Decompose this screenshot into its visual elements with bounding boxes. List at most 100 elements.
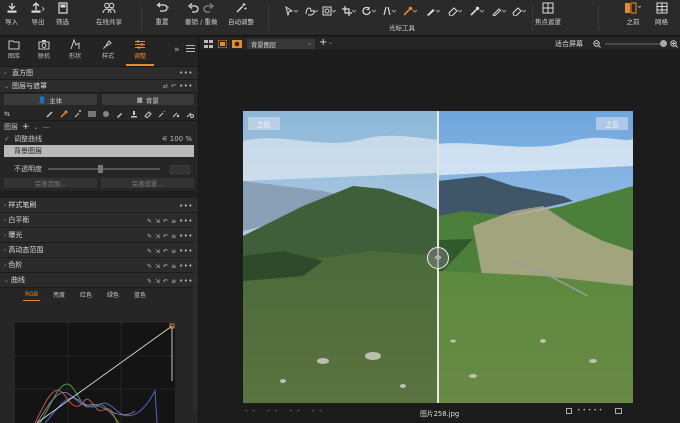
invert-mask-icon[interactable]	[186, 110, 194, 118]
more-options-icon[interactable]: •••	[179, 69, 193, 77]
reset-small-icon[interactable]: ↶	[163, 248, 168, 255]
rotate-tool[interactable]	[362, 6, 376, 16]
pen-tool-1[interactable]	[426, 6, 440, 16]
info-icon[interactable]	[615, 407, 623, 414]
more-options-icon[interactable]: •••	[179, 202, 193, 210]
tab-luma[interactable]: 亮度	[53, 290, 65, 299]
layer-settings-icon[interactable]: ⚟	[162, 135, 168, 143]
layers-masks-section[interactable]: ⌄ 图层与遮罩 ⇄ ↶ •••	[0, 80, 198, 93]
import-button[interactable]: 导入	[5, 2, 18, 26]
style-brush-section[interactable]: › 样式笔刷 •••	[0, 198, 198, 213]
more-options-icon[interactable]: •••	[179, 247, 193, 255]
copy-icon[interactable]: ⇲	[155, 263, 160, 270]
copy-icon[interactable]: ⇲	[155, 278, 160, 285]
opacity-slider[interactable]	[48, 165, 160, 173]
zoom-slider[interactable]	[605, 43, 665, 45]
copy-icon[interactable]: ⇲	[155, 233, 160, 240]
pan-tool[interactable]	[304, 6, 318, 16]
zoom-in-icon[interactable]	[670, 40, 678, 48]
radial-gradient-icon[interactable]	[102, 110, 110, 118]
magic-brush-icon[interactable]	[60, 110, 68, 118]
filter-button[interactable]: 筛选	[56, 2, 69, 26]
zoom-slider-knob[interactable]	[660, 40, 667, 47]
layer-item[interactable]: ✓ 调整曲线 ⚟ 100 %	[0, 133, 198, 145]
refine-mask-button[interactable]: 完善遮罩...	[101, 178, 194, 188]
reset-small-icon[interactable]: ↶	[163, 278, 168, 285]
reset-small-icon[interactable]: ↶	[163, 218, 168, 225]
export-button[interactable]: 导出	[30, 2, 46, 26]
list-icon[interactable]: ≡	[171, 248, 176, 255]
more-options-icon[interactable]: •••	[179, 82, 193, 90]
tool-levels[interactable]: › 色阶 ✎ ⇲ ↶ ≡ •••	[0, 258, 198, 273]
background-button[interactable]: ▦ 背景	[101, 94, 194, 105]
edit-icon[interactable]: ✎	[147, 278, 152, 285]
remove-layer-icon[interactable]: —	[43, 123, 50, 131]
compare-icon[interactable]	[232, 40, 242, 48]
focus-mask-button[interactable]: 焦点遮罩	[535, 2, 561, 26]
fit-screen-label[interactable]: 适合屏幕	[555, 39, 583, 49]
opacity-value-field[interactable]	[170, 164, 190, 174]
reset-small-icon[interactable]: ↶	[163, 233, 168, 240]
tool-hdr[interactable]: › 高动态范围 ✎ ⇲ ↶ ≡ •••	[0, 243, 198, 258]
edit-icon[interactable]: ✎	[147, 263, 152, 270]
add-layer-icon[interactable]: +	[319, 37, 327, 48]
split-handle[interactable]: ‹›	[427, 247, 449, 269]
crop-tool[interactable]	[342, 6, 356, 16]
linear-gradient-icon[interactable]	[88, 110, 96, 118]
list-icon[interactable]: ≡	[171, 218, 176, 225]
color-tag-icon[interactable]	[566, 407, 572, 414]
grid-button[interactable]: 网格	[655, 2, 668, 26]
auto-adjust-button[interactable]: 自动调整	[228, 2, 254, 26]
copy-icon[interactable]: ⇲	[155, 248, 160, 255]
tool-curve[interactable]: ⌄ 曲线 ✎ ⇲ ↶ ≡ •••	[0, 273, 198, 288]
grid-view-icon[interactable]	[204, 40, 213, 48]
more-options-icon[interactable]: •••	[179, 262, 193, 270]
add-layer-icon[interactable]: +	[22, 122, 30, 132]
more-options-icon[interactable]: •••	[179, 277, 193, 285]
left-panel-scrollbar[interactable]	[193, 220, 197, 410]
fill-icon[interactable]	[130, 110, 138, 118]
reset-small-icon[interactable]: ↶	[163, 263, 168, 270]
select-tool[interactable]	[284, 6, 298, 16]
viewer-mode-icon[interactable]	[218, 40, 227, 48]
eyedropper-icon[interactable]	[116, 110, 124, 118]
list-icon[interactable]: ≡	[171, 278, 176, 285]
more-tabs-icon[interactable]: »	[174, 45, 180, 55]
pen-tool-3[interactable]	[492, 6, 506, 16]
list-icon[interactable]: ≡	[171, 263, 176, 270]
tool-exposure[interactable]: › 曝光 ✎ ⇲ ↶ ≡ •••	[0, 228, 198, 243]
menu-icon[interactable]	[186, 44, 195, 55]
tab-library[interactable]: 图库	[0, 39, 28, 60]
refine-edges-button[interactable]: 完善范围...	[4, 178, 97, 188]
layer-select[interactable]: 背景图层 ⌄	[247, 39, 315, 49]
swap-icon[interactable]: ⇆	[4, 110, 10, 118]
reset-small-icon[interactable]: ↶	[171, 83, 176, 90]
tab-green[interactable]: 绿色	[107, 290, 119, 299]
edit-icon[interactable]: ✎	[147, 248, 152, 255]
curve-editor[interactable]	[15, 323, 175, 423]
main-subject-button[interactable]: 👤 主体	[4, 94, 97, 105]
chevron-down-icon[interactable]: ⌄	[328, 39, 333, 46]
before-button[interactable]: 之前	[624, 2, 642, 26]
more-options-icon[interactable]: •••	[179, 217, 193, 225]
list-icon[interactable]: ≡	[171, 233, 176, 240]
tab-rgb[interactable]: RGB	[23, 291, 40, 301]
wand-icon[interactable]	[74, 109, 82, 118]
tab-style[interactable]: 样式	[94, 39, 122, 60]
edit-icon[interactable]: ✎	[147, 218, 152, 225]
edit-icon[interactable]: ✎	[147, 233, 152, 240]
refine-mask-icon[interactable]	[158, 110, 166, 118]
rating-stars[interactable]: • • • • •	[577, 407, 602, 414]
heal-tool[interactable]	[403, 6, 417, 16]
image-viewer[interactable]: ‹› 之前 之后	[200, 52, 680, 423]
tab-blue[interactable]: 蓝色	[134, 290, 146, 299]
tab-adjust[interactable]: 调整	[126, 39, 154, 66]
more-options-icon[interactable]: •••	[179, 232, 193, 240]
chevron-down-icon[interactable]: ⌄	[34, 124, 39, 131]
photo-preview[interactable]: ‹› 之前 之后	[243, 111, 633, 403]
draw-mask-icon[interactable]	[46, 110, 54, 118]
histogram-section[interactable]: › 直方图 •••	[0, 67, 198, 80]
clear-mask-icon[interactable]	[172, 110, 180, 118]
tool-white-balance[interactable]: › 白平衡 ✎ ⇲ ↶ ≡ •••	[0, 213, 198, 228]
undo-redo-button[interactable]: 撤销 / 重做	[185, 2, 217, 26]
